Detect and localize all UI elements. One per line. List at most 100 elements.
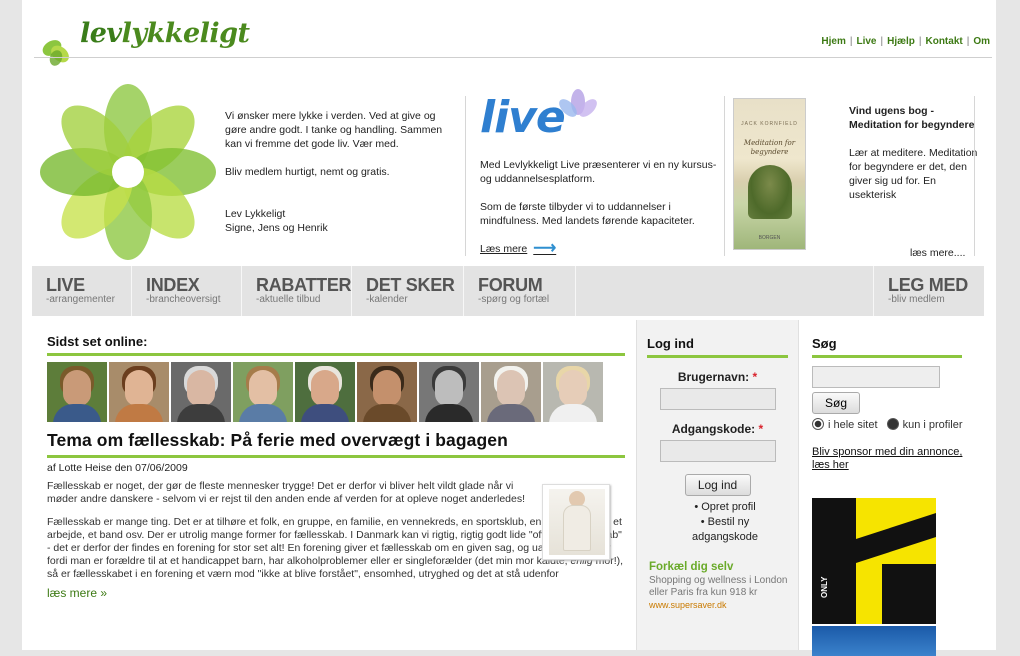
lotus-icon: [559, 89, 597, 117]
username-label-text: Brugernavn:: [677, 370, 750, 384]
login-panel: Log ind Brugernavn: * Adgangskode: * Log…: [636, 320, 799, 650]
article-title[interactable]: Tema om fællesskab: På ferie med overvæg…: [47, 430, 625, 458]
nav-forum-title: FORUM: [478, 275, 543, 295]
avatar-body: [177, 404, 225, 422]
avatar-body: [115, 404, 163, 422]
article-read-more-link[interactable]: læs mere »: [47, 587, 625, 600]
logo-leaf-icon: [42, 40, 69, 66]
hero-divider-2: [724, 96, 725, 256]
nav-index[interactable]: INDEX -brancheoversigt: [132, 266, 242, 316]
avatar-face: [125, 370, 153, 406]
topnav-live[interactable]: Live: [856, 36, 876, 47]
advertisement-banner-2[interactable]: [812, 626, 936, 656]
avatar-face: [373, 370, 401, 406]
thumbnail-photo: [549, 489, 605, 555]
nav-det-sker-title: DET SKER: [366, 275, 455, 295]
radio-profiles-label: kun i profiler: [902, 419, 963, 431]
online-member-avatar[interactable]: [357, 362, 417, 422]
search-heading: Søg: [812, 336, 962, 358]
top-nav: Hjem | Live | Hjælp | Kontakt | Om: [821, 36, 990, 47]
intro-signature-1: Lev Lykkeligt: [225, 208, 286, 220]
logo-rest: lykkeligt: [121, 18, 250, 49]
nav-forum-sub: -spørg og fortæl: [478, 294, 550, 305]
book-cover-title: Meditation for begyndere: [743, 139, 796, 156]
login-links: Opret profil Bestil ny adgangskode: [675, 500, 798, 545]
book-cover-publisher: BORGEN: [758, 235, 781, 241]
online-member-avatar[interactable]: [171, 362, 231, 422]
radio-whole-site[interactable]: [812, 418, 824, 430]
online-member-avatar[interactable]: [233, 362, 293, 422]
book-promo-body: Lær at meditere. Meditation for begynder…: [849, 147, 978, 201]
topnav-om[interactable]: Om: [973, 36, 990, 47]
order-password-link[interactable]: Bestil ny adgangskode: [675, 515, 775, 545]
logo-text: levlykkeligt: [80, 18, 250, 49]
avatar-body: [363, 404, 411, 422]
radio-profiles[interactable]: [886, 418, 899, 430]
intro-signature-2: Signe, Jens og Henrik: [225, 222, 328, 234]
online-member-avatar[interactable]: [47, 362, 107, 422]
online-member-avatar[interactable]: [295, 362, 355, 422]
online-member-avatar[interactable]: [419, 362, 479, 422]
nav-leg-med-title: LEG MED: [888, 275, 968, 295]
book-read-more-link[interactable]: læs mere....: [910, 247, 965, 259]
search-panel: Søg Søg i hele sitet kun i profiler Bliv…: [812, 320, 972, 656]
meditation-figure-icon: [748, 165, 792, 219]
book-cover-image[interactable]: JACK KORNFIELD Meditation for begyndere …: [733, 98, 806, 250]
nav-live[interactable]: LIVE -arrangementer: [32, 266, 132, 316]
nav-index-sub: -brancheoversigt: [146, 294, 221, 305]
username-required-mark: *: [752, 370, 758, 384]
username-input[interactable]: [659, 388, 776, 410]
avatar-body: [239, 404, 287, 422]
topnav-hjem[interactable]: Hjem: [821, 36, 845, 47]
avatar-face: [187, 370, 215, 406]
live-logo-text: live: [480, 92, 566, 143]
search-input[interactable]: [812, 366, 940, 388]
live-logo[interactable]: live: [480, 89, 720, 156]
avatar-face: [497, 370, 525, 406]
ad-shape-3: [882, 564, 936, 624]
article-thumbnail[interactable]: [542, 484, 610, 560]
topnav-kontakt[interactable]: Kontakt: [925, 36, 962, 47]
search-button[interactable]: Søg: [812, 392, 860, 414]
promo-line-2: eller Paris fra kun 918 kr: [649, 587, 758, 598]
ad-shape-2: [856, 513, 936, 563]
topnav-hjaelp[interactable]: Hjælp: [887, 36, 915, 47]
nav-det-sker-sub: -kalender: [366, 294, 408, 305]
avatar-body: [487, 404, 535, 422]
ad-shape-1: [812, 498, 856, 624]
username-label: Brugernavn: *: [637, 370, 798, 384]
nav-leg-med[interactable]: LEG MED -bliv medlem: [874, 266, 984, 316]
online-member-avatar[interactable]: [543, 362, 603, 422]
avatar-face: [559, 370, 587, 406]
password-input[interactable]: [659, 440, 776, 462]
login-button[interactable]: Log ind: [684, 474, 751, 496]
thumbnail-body: [563, 505, 591, 551]
intro-paragraph-2: Bliv medlem hurtigt, nemt og gratis.: [225, 166, 390, 178]
article-paragraph-2a: Fællesskab er mange ting. Det er at tilh…: [47, 516, 622, 567]
advertisement-banner[interactable]: ONLY: [812, 498, 936, 624]
main-nav: LIVE -arrangementer INDEX -brancheoversi…: [32, 266, 984, 316]
nav-live-title: LIVE: [46, 275, 85, 295]
nav-spacer: [576, 266, 874, 316]
live-read-more-label: Læs mere: [480, 243, 528, 255]
online-member-avatar[interactable]: [481, 362, 541, 422]
intro-paragraph-1: Vi ønsker mere lykke i verden. Ved at gi…: [225, 110, 443, 150]
site-logo[interactable]: levlykkeligt: [38, 18, 250, 78]
avatar-body: [549, 404, 597, 422]
book-cover-author: JACK KORNFIELD: [741, 121, 798, 127]
main-column: Sidst set online: Tema om fællesskab: På…: [47, 334, 625, 600]
nav-det-sker[interactable]: DET SKER -kalender: [352, 266, 464, 316]
nav-rabatter[interactable]: RABATTER -aktuelle tilbud: [242, 266, 352, 316]
live-read-more-link[interactable]: Læs mere ⟶: [480, 241, 556, 257]
promo-box[interactable]: Forkæl dig selv Shopping og wellness i L…: [649, 561, 798, 611]
sponsor-link[interactable]: Bliv sponsor med din annonce, læs her: [812, 446, 972, 472]
hero-divider-1: [465, 96, 466, 256]
logo-lev: lev: [80, 18, 122, 49]
nav-live-sub: -arrangementer: [46, 294, 115, 305]
live-paragraph-2: Som de første tilbyder vi to uddannelser…: [480, 201, 695, 227]
online-member-avatar[interactable]: [109, 362, 169, 422]
avatar-face: [249, 370, 277, 406]
nav-forum[interactable]: FORUM -spørg og fortæl: [464, 266, 576, 316]
create-profile-link[interactable]: Opret profil: [675, 500, 775, 515]
promo-url: www.supersaver.dk: [649, 600, 727, 610]
